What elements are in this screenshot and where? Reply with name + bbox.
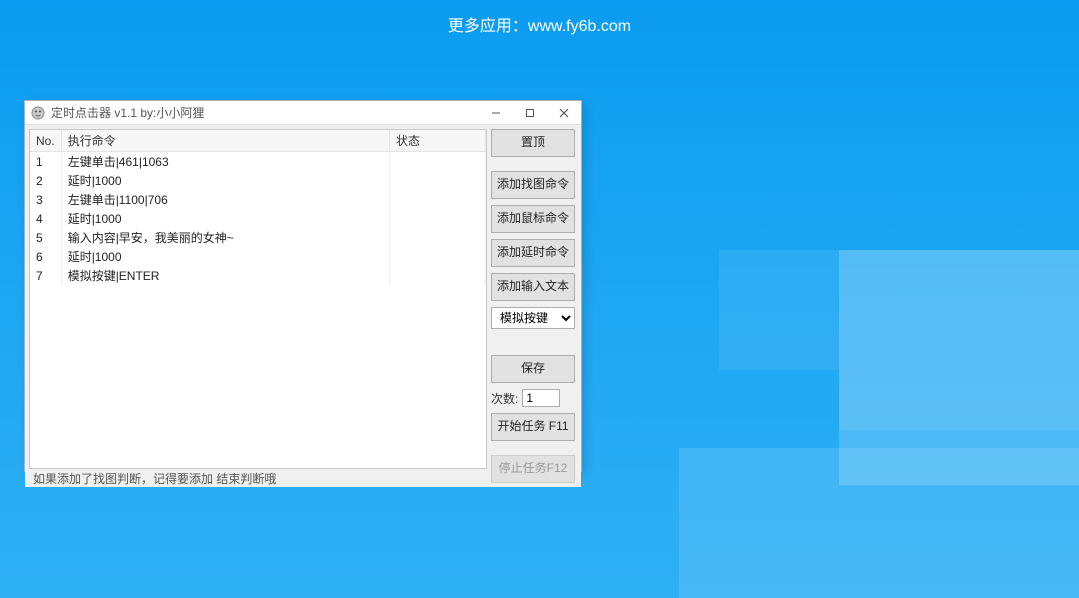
cell-no: 2	[30, 171, 61, 190]
cell-cmd: 左键单击|461|1063	[61, 152, 389, 172]
cell-status	[390, 171, 486, 190]
start-task-button[interactable]: 开始任务 F11	[491, 413, 575, 441]
cell-no: 1	[30, 152, 61, 172]
table-row[interactable]: 3左键单击|1100|706	[30, 190, 486, 209]
header-cmd[interactable]: 执行命令	[61, 130, 389, 152]
table-row[interactable]: 6延时|1000	[30, 247, 486, 266]
window-body: No. 执行命令 状态 1左键单击|461|10632延时|10003左键单击|…	[25, 125, 581, 487]
cell-cmd: 延时|1000	[61, 171, 389, 190]
header-status[interactable]: 状态	[390, 130, 486, 152]
left-area: No. 执行命令 状态 1左键单击|461|10632延时|10003左键单击|…	[25, 125, 487, 487]
cell-cmd: 延时|1000	[61, 247, 389, 266]
cell-no: 3	[30, 190, 61, 209]
count-label: 次数:	[491, 390, 518, 407]
cell-status	[390, 247, 486, 266]
app-icon	[30, 105, 46, 121]
cell-no: 5	[30, 228, 61, 247]
cell-no: 7	[30, 266, 61, 285]
right-panel: 置顶 添加找图命令 添加鼠标命令 添加延时命令 添加输入文本 模拟按键 保存 次…	[487, 125, 581, 487]
cell-cmd: 延时|1000	[61, 209, 389, 228]
cell-status	[390, 228, 486, 247]
stop-task-button[interactable]: 停止任务F12	[491, 455, 575, 483]
close-button[interactable]	[547, 101, 581, 125]
table-row[interactable]: 4延时|1000	[30, 209, 486, 228]
add-find-image-button[interactable]: 添加找图命令	[491, 171, 575, 199]
pin-button[interactable]: 置顶	[491, 129, 575, 157]
header-no[interactable]: No.	[30, 130, 61, 152]
count-row: 次数:	[491, 389, 575, 407]
table-row[interactable]: 1左键单击|461|1063	[30, 152, 486, 172]
maximize-button[interactable]	[513, 101, 547, 125]
table-row[interactable]: 7模拟按键|ENTER	[30, 266, 486, 285]
desktop-decoration	[679, 448, 1079, 598]
cell-status	[390, 266, 486, 285]
count-input[interactable]	[522, 389, 560, 407]
cell-cmd: 输入内容|早安，我美丽的女神~	[61, 228, 389, 247]
cell-status	[390, 209, 486, 228]
window-title: 定时点击器 v1.1 by:小小阿狸	[51, 104, 479, 121]
desktop-decoration	[839, 250, 1079, 430]
add-delay-button[interactable]: 添加延时命令	[491, 239, 575, 267]
desktop-decoration	[719, 250, 839, 370]
cell-no: 4	[30, 209, 61, 228]
cell-cmd: 左键单击|1100|706	[61, 190, 389, 209]
simulate-key-select[interactable]: 模拟按键	[491, 307, 575, 329]
add-input-button[interactable]: 添加输入文本	[491, 273, 575, 301]
desktop: 更多应用：www.fy6b.com 定时点击器 v1.1 by:小小阿狸	[0, 0, 1079, 598]
minimize-button[interactable]	[479, 101, 513, 125]
command-table[interactable]: No. 执行命令 状态 1左键单击|461|10632延时|10003左键单击|…	[29, 129, 487, 469]
save-button[interactable]: 保存	[491, 355, 575, 383]
cell-status	[390, 152, 486, 172]
table-header-row: No. 执行命令 状态	[30, 130, 486, 152]
status-bar: 如果添加了找图判断，记得要添加 结束判断哦	[29, 469, 487, 487]
top-banner: 更多应用：www.fy6b.com	[0, 12, 1079, 36]
cell-no: 6	[30, 247, 61, 266]
table-row[interactable]: 5输入内容|早安，我美丽的女神~	[30, 228, 486, 247]
add-mouse-button[interactable]: 添加鼠标命令	[491, 205, 575, 233]
cell-status	[390, 190, 486, 209]
table-row[interactable]: 2延时|1000	[30, 171, 486, 190]
titlebar[interactable]: 定时点击器 v1.1 by:小小阿狸	[25, 101, 581, 125]
app-window: 定时点击器 v1.1 by:小小阿狸	[24, 100, 582, 472]
cell-cmd: 模拟按键|ENTER	[61, 266, 389, 285]
